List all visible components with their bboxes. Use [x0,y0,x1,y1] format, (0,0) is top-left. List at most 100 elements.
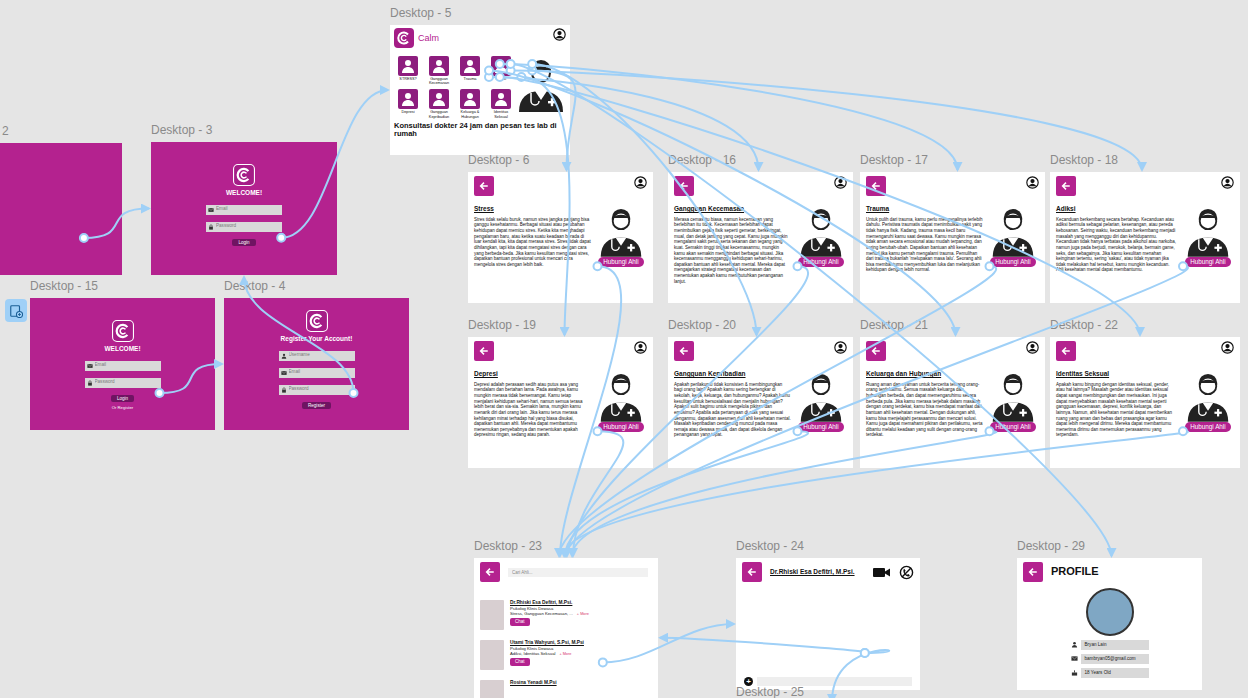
frame-label[interactable]: Desktop - 4 [224,280,285,292]
connection-start[interactable] [517,73,525,81]
connection-start[interactable] [1179,427,1187,435]
connection-start[interactable] [528,60,536,68]
input-field[interactable] [279,368,355,378]
text-input[interactable] [289,369,353,376]
frame-label[interactable]: Desktop - 19 [468,319,536,331]
chat-button[interactable]: Chat [510,658,530,665]
text-input[interactable] [289,386,353,393]
profile-icon[interactable] [1026,176,1039,189]
category-tile[interactable]: Depresi [394,89,422,118]
profile-icon[interactable] [634,341,647,354]
contact-expert-button[interactable]: Hubungi Ahli [798,422,843,432]
input-field[interactable] [85,361,161,371]
expert-row[interactable]: Rosina Yenadi M.Psi [480,680,652,698]
connection-start[interactable] [794,262,802,270]
back-button[interactable] [1056,176,1076,196]
frame-label[interactable]: Desktop - 22 [1050,319,1118,331]
category-tile[interactable]: Gangguan Kepribadian [425,89,453,118]
input-field[interactable] [206,205,282,215]
back-button[interactable] [480,562,500,582]
back-button[interactable] [866,176,886,196]
back-button[interactable] [474,176,494,196]
profile-icon[interactable] [634,176,647,189]
frame-label[interactable]: Desktop - 29 [1017,540,1085,552]
connection-start[interactable] [485,67,493,75]
back-button[interactable] [474,341,494,361]
connection-start[interactable] [594,427,602,435]
connection-start[interactable] [599,658,607,666]
back-button[interactable] [674,341,694,361]
back-button[interactable] [1023,562,1043,582]
category-tile[interactable]: STRESS? [394,56,422,85]
category-tile[interactable]: Identitas Seksual [487,89,515,118]
contact-expert-button[interactable]: Hubungi Ahli [990,257,1035,267]
submit-button[interactable]: Login [111,395,134,403]
message-input[interactable] [757,677,912,686]
video-call-icon[interactable] [872,564,891,581]
text-input[interactable] [95,362,159,369]
submit-button[interactable]: Login [232,239,255,247]
profile-icon[interactable] [1221,341,1234,354]
profile-icon[interactable] [834,341,847,354]
frame-label[interactable]: Desktop - 16 [668,154,736,166]
contact-expert-button[interactable]: Hubungi Ahli [598,422,643,432]
text-input[interactable] [289,352,353,359]
frame-label[interactable]: Desktop - 23 [474,540,542,552]
connection-start[interactable] [80,234,88,242]
frame-label[interactable]: Desktop - 18 [1050,154,1118,166]
frame-label[interactable]: Desktop - 3 [151,124,212,136]
connection-start[interactable] [861,649,869,657]
input-field[interactable] [85,378,161,388]
attach-button[interactable]: + [744,677,753,686]
connection-start[interactable] [350,389,358,397]
profile-icon[interactable] [1026,341,1039,354]
connection-start[interactable] [986,262,994,270]
frame-label[interactable]: Desktop - 17 [860,154,928,166]
category-tile[interactable]: Trauma [456,56,484,85]
category-tile[interactable]: Gangguan Kecemasan [425,56,453,85]
connection-start[interactable] [528,67,536,75]
back-button[interactable] [866,341,886,361]
connection-start[interactable] [861,649,869,657]
frame-label[interactable]: Desktop - 21 [860,319,928,331]
connection-start[interactable] [594,262,602,270]
frame-label[interactable]: Desktop - 15 [30,280,98,292]
category-tile[interactable]: Adiksi [487,56,515,85]
more-link[interactable]: + More [559,652,571,656]
back-button[interactable] [742,562,762,582]
connection-start[interactable] [507,67,515,75]
connection-start[interactable] [1179,262,1187,270]
contact-expert-button[interactable]: Hubungi Ahli [1185,422,1230,432]
contact-expert-button[interactable]: Hubungi Ahli [1185,257,1230,267]
input-field[interactable] [279,351,355,361]
connection-start[interactable] [156,389,164,397]
add-interaction-icon[interactable] [5,299,27,322]
contact-expert-button[interactable]: Hubungi Ahli [990,422,1035,432]
profile-icon[interactable] [1221,176,1234,189]
input-field[interactable] [279,385,355,395]
frame-label[interactable]: 2 [2,125,9,137]
text-input[interactable] [95,379,159,386]
expert-row[interactable]: Utami Tria Wahyuni, S.Psi, M.PsiPsikolog… [480,640,652,680]
profile-icon[interactable] [553,28,566,41]
connection-start[interactable] [485,73,493,81]
connection-start[interactable] [277,234,285,242]
submit-button[interactable]: Register [302,402,331,410]
frame-label[interactable]: Desktop - 24 [736,540,804,552]
connection-start[interactable] [496,60,504,68]
register-link[interactable]: Or Register [112,405,133,410]
connection-start[interactable] [496,73,504,81]
back-button[interactable] [1056,341,1076,361]
frame-label[interactable]: Desktop - 5 [390,7,451,19]
connection-start[interactable] [986,427,994,435]
expert-row[interactable]: Dr.Rhiski Esa Defitri, M.Psi.Psikolog Kl… [480,600,652,640]
more-link[interactable]: + More [577,612,589,616]
frame-label[interactable]: Desktop - 6 [468,154,529,166]
back-button[interactable] [674,176,694,196]
contact-expert-button[interactable]: Hubungi Ahli [598,257,643,267]
phone-call-icon[interactable] [899,565,914,580]
frame-label[interactable]: Desktop - 20 [668,319,736,331]
contact-expert-button[interactable]: Hubungi Ahli [798,257,843,267]
text-input[interactable] [216,206,280,213]
connection-start[interactable] [794,427,802,435]
